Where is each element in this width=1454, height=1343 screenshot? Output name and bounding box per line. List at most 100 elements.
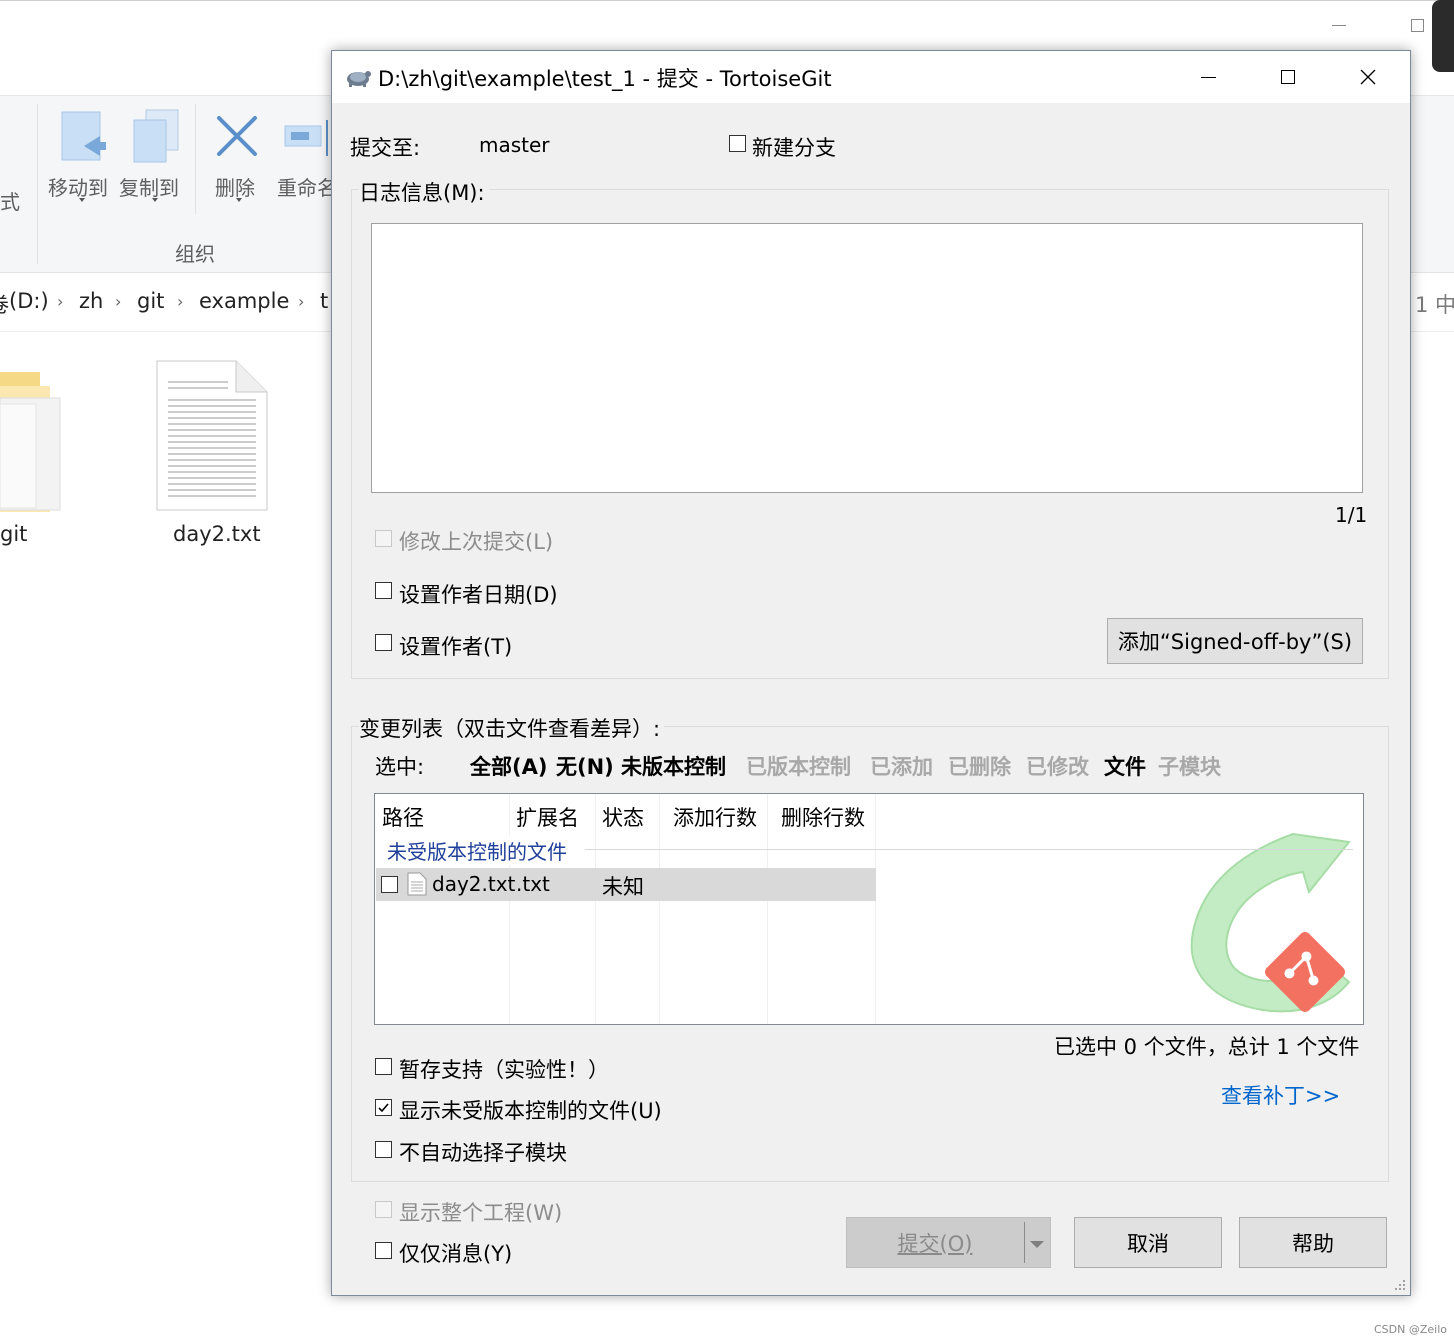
chevron-right-icon[interactable]: › [115, 292, 121, 311]
cancel-button[interactable]: 取消 [1074, 1217, 1222, 1268]
chevron-right-icon[interactable]: › [298, 292, 304, 311]
column-divider [595, 794, 596, 1024]
author-date-checkbox[interactable] [375, 582, 392, 599]
row-extension: .txt [516, 872, 550, 896]
select-files-link[interactable]: 文件 [1104, 751, 1146, 781]
commit-split-button[interactable]: 提交(O) [846, 1217, 1051, 1268]
breadcrumb-item-current[interactable]: t [320, 289, 328, 313]
tortoisegit-logo-icon [1190, 832, 1351, 1013]
commit-dialog: D:\zh\git\example\test_1 - 提交 - Tortoise… [331, 50, 1411, 1296]
table-row[interactable]: day2.txt .txt 未知 [376, 868, 876, 901]
amend-label: 修改上次提交(L) [399, 530, 554, 554]
column-header-extension[interactable]: 扩展名 [516, 802, 579, 832]
branch-name: master [479, 133, 550, 157]
delete-icon [217, 116, 257, 156]
tortoisegit-icon [347, 71, 371, 87]
maximize-icon[interactable] [1411, 19, 1424, 32]
chevron-down-icon [236, 198, 242, 202]
help-button[interactable]: 帮助 [1239, 1217, 1387, 1268]
column-divider [767, 794, 768, 1024]
folder-item-git[interactable]: git [0, 360, 80, 560]
rename-icon [284, 120, 328, 156]
ribbon-group-label: 组织 [175, 242, 215, 266]
stash-label: 暂存支持（实验性！） [399, 1058, 609, 1082]
signed-off-by-button[interactable]: 添加“Signed-off-by”(S) [1107, 618, 1363, 664]
author-checkbox[interactable] [375, 634, 392, 651]
whole-project-checkbox[interactable] [375, 1201, 392, 1218]
chevron-down-icon [79, 198, 85, 202]
stash-checkbox[interactable] [375, 1058, 392, 1075]
message-only-checkbox[interactable] [375, 1242, 392, 1259]
select-added-link[interactable]: 已添加 [870, 751, 933, 781]
select-unversioned-link[interactable]: 未版本控制 [621, 751, 726, 781]
show-unversioned-checkbox[interactable] [375, 1099, 392, 1116]
copy-to-button[interactable]: 复制到 [116, 104, 188, 214]
chevron-right-icon[interactable]: › [177, 292, 183, 311]
commit-button[interactable]: 提交(O) [847, 1218, 1023, 1267]
new-branch-checkbox[interactable] [729, 135, 746, 152]
breadcrumb-item-drive[interactable]: (D:) [9, 289, 49, 313]
select-deleted-link[interactable]: 已删除 [948, 751, 1011, 781]
select-versioned-link[interactable]: 已版本控制 [746, 751, 851, 781]
folder-icon [0, 372, 61, 512]
check-icon [378, 1103, 389, 1113]
column-divider [509, 794, 510, 1024]
row-status: 未知 [602, 875, 644, 899]
close-button[interactable] [1328, 51, 1408, 103]
select-modified-link[interactable]: 已修改 [1026, 751, 1089, 781]
watermark: CSDN @Zeilo [1374, 1323, 1448, 1336]
select-label: 选中: [375, 755, 425, 779]
view-patch-link[interactable]: 查看补丁>> [1221, 1080, 1340, 1110]
minimize-button[interactable] [1168, 51, 1248, 103]
changes-label: 变更列表（双击文件查看差异）: [359, 713, 665, 743]
rename-label: 重命名 [277, 176, 331, 200]
select-all-link[interactable]: 全部(A) [470, 751, 547, 781]
resize-grip-icon[interactable] [1394, 1279, 1406, 1291]
select-submodules-link[interactable]: 子模块 [1158, 751, 1221, 781]
chevron-down-icon[interactable] [1030, 1241, 1044, 1248]
ribbon-partial-label: 式 [0, 190, 20, 214]
dialog-titlebar[interactable]: D:\zh\git\example\test_1 - 提交 - Tortoise… [332, 51, 1410, 103]
delete-label: 删除 [215, 176, 255, 200]
minimize-icon [1201, 77, 1216, 78]
move-to-button[interactable]: 移动到 [44, 104, 114, 214]
move-to-icon [61, 111, 106, 161]
minimize-icon[interactable] [1332, 25, 1346, 26]
column-divider [659, 794, 660, 1024]
author-date-label: 设置作者日期(D) [399, 583, 558, 607]
chevron-down-icon [152, 198, 158, 202]
group-header-unversioned: 未受版本控制的文件 [387, 836, 573, 865]
column-header-deleted-lines[interactable]: 删除行数 [781, 802, 865, 832]
delete-button[interactable]: 删除 [205, 104, 267, 214]
commit-message-input[interactable] [371, 223, 1363, 493]
breadcrumb-item-git[interactable]: git [137, 289, 164, 313]
row-checkbox[interactable] [381, 876, 398, 893]
commit-to-label: 提交至: [350, 136, 421, 160]
text-file-icon [407, 872, 427, 896]
column-header-added-lines[interactable]: 添加行数 [673, 802, 757, 832]
breadcrumb-item-example[interactable]: example [199, 289, 289, 313]
file-item-day2[interactable]: day2.txt [150, 360, 276, 560]
split-divider [1024, 1222, 1025, 1263]
new-branch-label: 新建分支 [752, 136, 836, 160]
amend-checkbox[interactable] [375, 530, 392, 547]
chevron-right-icon[interactable]: › [57, 292, 63, 311]
search-box[interactable]: 1 中 [1410, 273, 1454, 331]
breadcrumb-item-zh[interactable]: zh [79, 289, 103, 313]
dialog-title: D:\zh\git\example\test_1 - 提交 - Tortoise… [378, 67, 832, 91]
column-header-path[interactable]: 路径 [382, 802, 424, 832]
log-message-label: 日志信息(M): [359, 177, 489, 207]
column-header-status[interactable]: 状态 [602, 802, 644, 832]
changed-files-list[interactable]: 路径 扩展名 状态 添加行数 删除行数 未受版本控制的文件 day2.txt .… [374, 793, 1364, 1025]
maximize-button[interactable] [1248, 51, 1328, 103]
column-divider [875, 794, 876, 1024]
select-none-link[interactable]: 无(N) [556, 751, 614, 781]
breadcrumb-prefix: 卷 [0, 289, 9, 319]
file-name: git [0, 522, 28, 546]
maximize-icon [1281, 70, 1295, 84]
no-auto-submodule-checkbox[interactable] [375, 1141, 392, 1158]
window-edge-button[interactable] [1432, 0, 1454, 72]
show-unversioned-label: 显示未受版本控制的文件(U) [399, 1099, 662, 1123]
copy-to-label: 复制到 [119, 176, 179, 200]
rename-button[interactable]: 重命名 [273, 104, 331, 214]
